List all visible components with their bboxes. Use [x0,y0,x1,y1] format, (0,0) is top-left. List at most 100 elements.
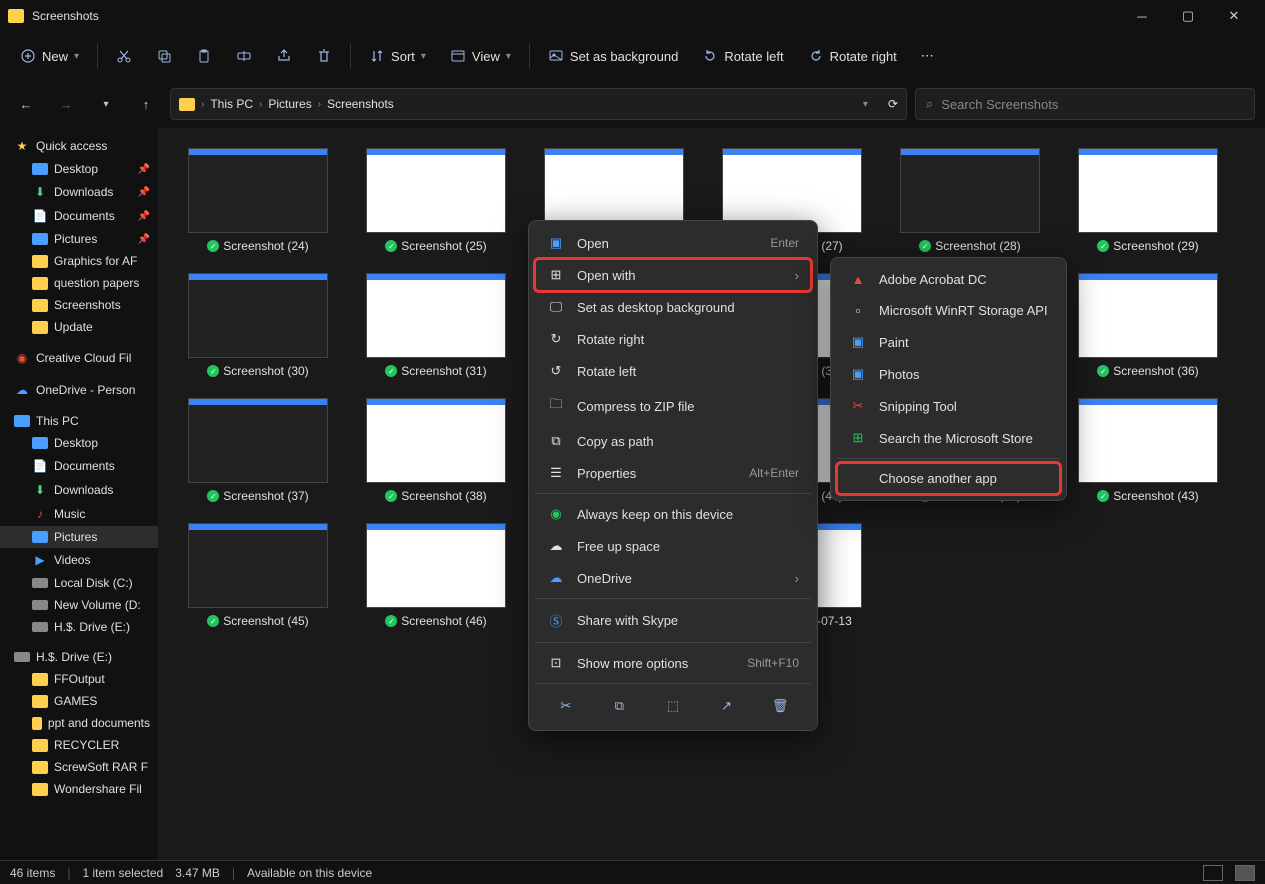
close-button[interactable]: ✕ [1211,0,1257,32]
file-item[interactable]: ✓ Screenshot (28) [890,148,1050,253]
file-item[interactable]: ✓ Screenshot (31) [356,273,516,378]
breadcrumb[interactable]: › This PC › Pictures › Screenshots ▾ ⟳ [170,88,907,120]
ctx-rotate-right[interactable]: ↻Rotate right [535,323,811,355]
file-item[interactable]: ✓ Screenshot (46) [356,523,516,642]
sidebar-games[interactable]: GAMES [0,690,158,712]
delete-button[interactable] [306,42,342,70]
crumb-pictures[interactable]: Pictures [268,97,311,111]
file-item[interactable]: ✓ Screenshot (38) [356,398,516,503]
file-item[interactable]: ✓ Screenshot (30) [178,273,338,378]
sidebar-local-disk[interactable]: Local Disk (C:) [0,572,158,594]
ctx-onedrive[interactable]: ☁OneDrive› [535,562,811,594]
sidebar-question[interactable]: question papers [0,272,158,294]
sidebar-pc-music[interactable]: ♪Music [0,502,158,526]
ctx-rename-button[interactable]: ⬚ [657,692,689,720]
sidebar-pc-documents[interactable]: 📄Documents [0,454,158,478]
sync-icon: ✓ [207,365,219,377]
sidebar-documents[interactable]: 📄Documents📌 [0,204,158,228]
ctx-cut-button[interactable]: ✂ [550,692,582,720]
sidebar-quick-access[interactable]: ★Quick access [0,134,158,158]
file-item[interactable]: ✓ Screenshot (25) [356,148,516,253]
sidebar-update[interactable]: Update [0,316,158,338]
recent-button[interactable]: ▾ [90,88,122,120]
history-dropdown-icon[interactable]: ▾ [863,99,868,110]
sidebar-graphics[interactable]: Graphics for AF [0,250,158,272]
back-button[interactable]: ← [10,88,42,120]
file-item[interactable]: ✓ Screenshot (29) [1068,148,1228,253]
cut-button[interactable] [106,42,142,70]
forward-button[interactable]: → [50,88,82,120]
ctx-copy-button[interactable]: ⧉ [603,692,635,720]
submenu-paint[interactable]: ▣Paint [837,326,1060,358]
sidebar-pc-downloads[interactable]: ⬇Downloads [0,478,158,502]
sidebar-screwsoft[interactable]: ScrewSoft RAR F [0,756,158,778]
file-item[interactable]: ✓ Screenshot (37) [178,398,338,503]
rename-button[interactable] [226,42,262,70]
search-input[interactable]: ⌕ Search Screenshots [915,88,1255,120]
sidebar-recycler[interactable]: RECYCLER [0,734,158,756]
sidebar-pc-desktop[interactable]: Desktop [0,432,158,454]
sidebar-downloads[interactable]: ⬇Downloads📌 [0,180,158,204]
submenu-acrobat[interactable]: ▲Adobe Acrobat DC [837,264,1060,295]
sidebar[interactable]: ★Quick access Desktop📌 ⬇Downloads📌 📄Docu… [0,128,158,860]
sidebar-creative-cloud[interactable]: ◉Creative Cloud Fil [0,346,158,370]
file-label: ✓ Screenshot (30) [207,364,308,378]
maximize-button[interactable]: ▢ [1165,0,1211,32]
more-button[interactable]: ⋯ [911,42,944,70]
rotate-right-button[interactable]: Rotate right [798,42,907,70]
details-view-button[interactable] [1203,865,1223,881]
ctx-copy-path[interactable]: ⧉Copy as path [535,425,811,457]
minimize-button[interactable]: ─ [1119,0,1165,32]
thumbnail [188,398,328,483]
paste-button[interactable] [186,42,222,70]
sidebar-hs-drive-1[interactable]: H.$. Drive (E:) [0,616,158,638]
sidebar-hs-drive[interactable]: H.$. Drive (E:) [0,646,158,668]
ctx-properties[interactable]: ☰PropertiesAlt+Enter [535,457,811,489]
thumbnails-view-button[interactable] [1235,865,1255,881]
sidebar-new-volume[interactable]: New Volume (D: [0,594,158,616]
submenu-store[interactable]: ⊞Search the Microsoft Store [837,422,1060,454]
ctx-set-bg[interactable]: 🖵Set as desktop background [535,291,811,323]
ctx-compress[interactable]: 🗀Compress to ZIP file [535,387,811,425]
sidebar-ffoutput[interactable]: FFOutput [0,668,158,690]
new-button[interactable]: New ▾ [10,42,89,70]
copy-button[interactable] [146,42,182,70]
sidebar-onedrive[interactable]: ☁OneDrive - Person [0,378,158,402]
ctx-open-with[interactable]: ⊞Open with› [535,259,811,291]
up-button[interactable]: ↑ [130,88,162,120]
share-button[interactable] [266,42,302,70]
ctx-more[interactable]: ⊡Show more optionsShift+F10 [535,647,811,679]
sidebar-pictures[interactable]: Pictures📌 [0,228,158,250]
ctx-delete-button[interactable]: 🗑 [764,692,796,720]
crumb-thispc[interactable]: This PC [210,97,253,111]
refresh-button[interactable]: ⟳ [888,97,898,111]
submenu-photos[interactable]: ▣Photos [837,358,1060,390]
crumb-screenshots[interactable]: Screenshots [327,97,394,111]
ctx-freeup[interactable]: ☁Free up space [535,530,811,562]
rotate-left-button[interactable]: Rotate left [692,42,793,70]
ctx-rotate-left[interactable]: ↺Rotate left [535,355,811,387]
file-item[interactable]: ✓ Screenshot (45) [178,523,338,642]
sidebar-desktop[interactable]: Desktop📌 [0,158,158,180]
sidebar-ppt[interactable]: ppt and documents [0,712,158,734]
file-item[interactable]: ✓ Screenshot (36) [1068,273,1228,378]
sidebar-thispc[interactable]: This PC [0,410,158,432]
more-icon: ⊡ [547,655,565,671]
sidebar-pc-pictures[interactable]: Pictures [0,526,158,548]
view-button[interactable]: View ▾ [440,42,521,70]
sort-button[interactable]: Sort ▾ [359,42,436,70]
ctx-skype[interactable]: ⓈShare with Skype [535,603,811,638]
submenu-winrt[interactable]: ▫Microsoft WinRT Storage API [837,295,1060,326]
sidebar-pc-videos[interactable]: ▶Videos [0,548,158,572]
ctx-share-button[interactable]: ↗ [711,692,743,720]
submenu-snipping[interactable]: ✂Snipping Tool [837,390,1060,422]
sidebar-screenshots[interactable]: Screenshots [0,294,158,316]
ctx-open[interactable]: ▣OpenEnter [535,227,811,259]
sidebar-wondershare[interactable]: Wondershare Fil [0,778,158,800]
file-item[interactable]: ✓ Screenshot (43) [1068,398,1228,503]
file-item[interactable]: ✓ Screenshot (24) [178,148,338,253]
ctx-keep[interactable]: ◉Always keep on this device [535,498,811,530]
set-background-button[interactable]: Set as background [538,42,688,70]
file-label: ✓ Screenshot (25) [385,239,486,253]
submenu-choose-another[interactable]: Choose another app [837,463,1060,494]
